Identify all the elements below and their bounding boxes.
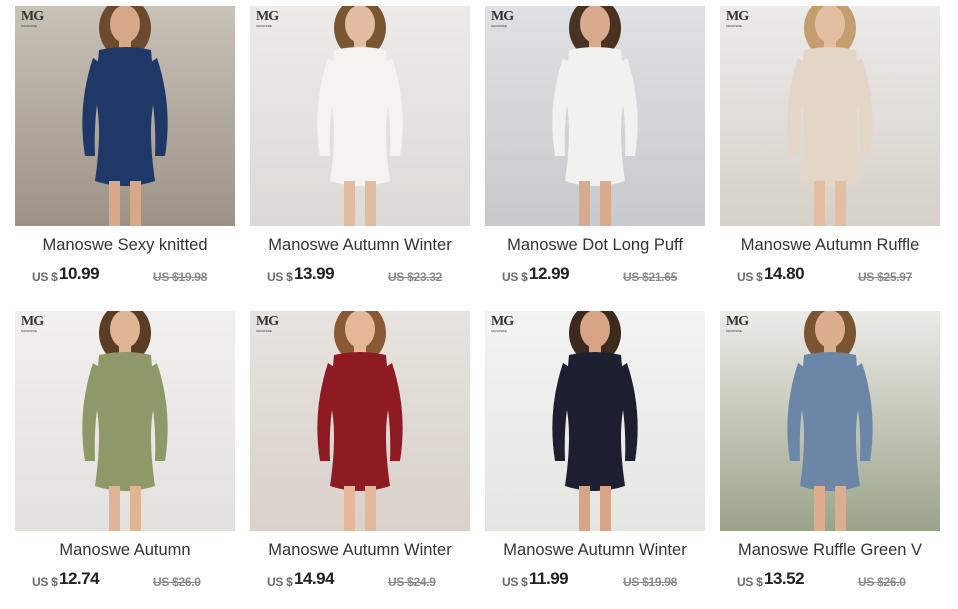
brand-logo-icon: MG MANOSWE <box>726 314 749 334</box>
product-image[interactable]: MG MANOSWE <box>720 6 940 226</box>
sale-price: 13.52 <box>764 569 805 588</box>
original-price: US $24.9 <box>388 575 436 589</box>
product-card[interactable]: MG MANOSWE Manoswe Autumn Winter US $ 14… <box>250 311 470 601</box>
product-title[interactable]: Manoswe Dot Long Puff <box>485 236 705 255</box>
brand-logo-icon: MG MANOSWE <box>21 9 44 29</box>
product-image[interactable]: MG MANOSWE <box>485 6 705 226</box>
currency-label: US $ <box>267 270 293 284</box>
currency-label: US $ <box>502 575 528 589</box>
original-price: US $21.65 <box>623 270 678 284</box>
sale-price: 13.99 <box>294 264 335 283</box>
original-price: US $19.98 <box>153 270 208 284</box>
price-row: US $ 13.52 US $26.0 <box>720 569 940 593</box>
product-card[interactable]: MG MANOSWE Manoswe Autumn Winter US $ 11… <box>485 311 705 601</box>
product-image[interactable]: MG MANOSWE <box>250 311 470 531</box>
currency-label: US $ <box>737 270 763 284</box>
product-card[interactable]: MG MANOSWE Manoswe Dot Long Puff US $ 12… <box>485 6 705 296</box>
sale-price: 12.99 <box>529 264 570 283</box>
sale-price: 14.80 <box>764 264 805 283</box>
original-price: US $23.32 <box>388 270 443 284</box>
original-price: US $26.0 <box>858 575 906 589</box>
currency-label: US $ <box>32 270 58 284</box>
product-card[interactable]: MG MANOSWE Manoswe Sexy knitted US $ 10.… <box>15 6 235 296</box>
currency-label: US $ <box>267 575 293 589</box>
brand-logo-icon: MG MANOSWE <box>21 314 44 334</box>
product-card[interactable]: MG MANOSWE Manoswe Autumn Ruffle US $ 14… <box>720 6 940 296</box>
currency-label: US $ <box>502 270 528 284</box>
price-row: US $ 12.99 US $21.65 <box>485 264 705 288</box>
product-card[interactable]: MG MANOSWE Manoswe Ruffle Green V US $ 1… <box>720 311 940 601</box>
currency-label: US $ <box>737 575 763 589</box>
product-image[interactable]: MG MANOSWE <box>15 6 235 226</box>
product-image[interactable]: MG MANOSWE <box>485 311 705 531</box>
original-price: US $26.0 <box>153 575 201 589</box>
product-title[interactable]: Manoswe Autumn Winter <box>485 541 705 560</box>
brand-logo-icon: MG MANOSWE <box>726 9 749 29</box>
price-row: US $ 10.99 US $19.98 <box>15 264 235 288</box>
product-card[interactable]: MG MANOSWE Manoswe Autumn US $ 12.74 US … <box>15 311 235 601</box>
product-title[interactable]: Manoswe Autumn Ruffle <box>720 236 940 255</box>
price-row: US $ 12.74 US $26.0 <box>15 569 235 593</box>
price-row: US $ 14.94 US $24.9 <box>250 569 470 593</box>
brand-logo-icon: MG MANOSWE <box>256 314 279 334</box>
original-price: US $19.98 <box>623 575 678 589</box>
product-title[interactable]: Manoswe Ruffle Green V <box>720 541 940 560</box>
sale-price: 10.99 <box>59 264 100 283</box>
product-title[interactable]: Manoswe Sexy knitted <box>15 236 235 255</box>
sale-price: 11.99 <box>529 569 569 588</box>
price-row: US $ 11.99 US $19.98 <box>485 569 705 593</box>
product-title[interactable]: Manoswe Autumn Winter <box>250 541 470 560</box>
product-image[interactable]: MG MANOSWE <box>720 311 940 531</box>
sale-price: 14.94 <box>294 569 335 588</box>
product-title[interactable]: Manoswe Autumn Winter <box>250 236 470 255</box>
currency-label: US $ <box>32 575 58 589</box>
product-card[interactable]: MG MANOSWE Manoswe Autumn Winter US $ 13… <box>250 6 470 296</box>
price-row: US $ 13.99 US $23.32 <box>250 264 470 288</box>
sale-price: 12.74 <box>59 569 100 588</box>
product-image[interactable]: MG MANOSWE <box>250 6 470 226</box>
brand-logo-icon: MG MANOSWE <box>491 9 514 29</box>
product-title[interactable]: Manoswe Autumn <box>15 541 235 560</box>
price-row: US $ 14.80 US $25.97 <box>720 264 940 288</box>
original-price: US $25.97 <box>858 270 913 284</box>
brand-logo-icon: MG MANOSWE <box>256 9 279 29</box>
product-image[interactable]: MG MANOSWE <box>15 311 235 531</box>
brand-logo-icon: MG MANOSWE <box>491 314 514 334</box>
